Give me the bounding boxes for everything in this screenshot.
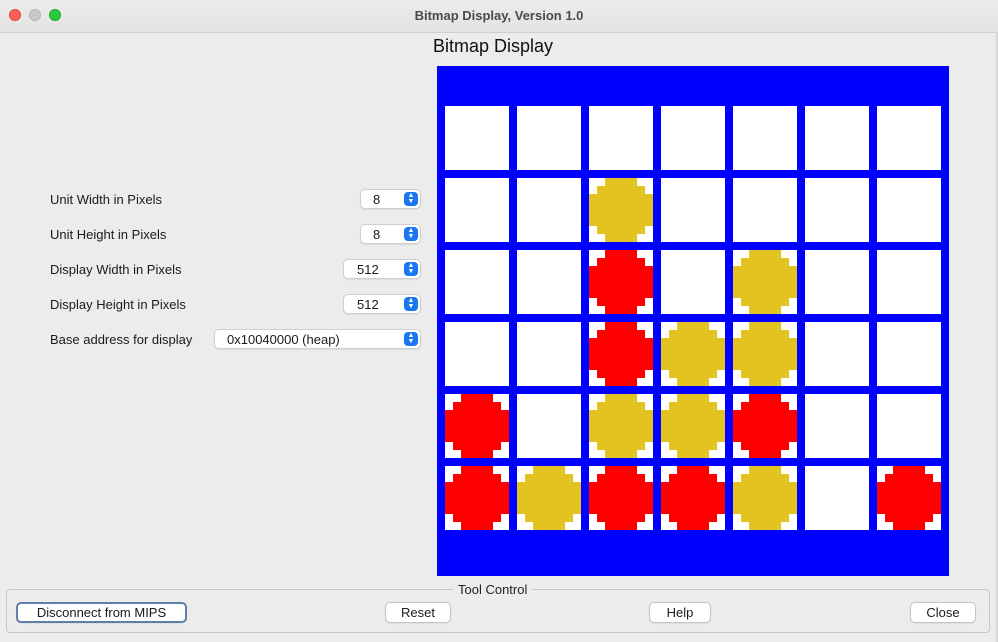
board-cell [517, 322, 581, 386]
board-cell [805, 394, 869, 458]
red-disc [589, 322, 653, 386]
yellow-disc [589, 394, 653, 458]
board-cell [517, 106, 581, 170]
board-cell [733, 178, 797, 242]
display-width-value: 512 [357, 262, 379, 277]
yellow-disc [733, 322, 797, 386]
board-cell [805, 322, 869, 386]
unit-width-value: 8 [373, 192, 381, 207]
tool-control-label: Tool Control [453, 582, 533, 597]
board-cell [877, 178, 941, 242]
red-disc [445, 394, 509, 458]
red-disc [877, 466, 941, 530]
board-cell [445, 106, 509, 170]
close-button[interactable]: Close [910, 602, 976, 623]
board-cell [445, 178, 509, 242]
select-arrows-icon: ▲ ▼ [404, 297, 418, 311]
board-cell [661, 250, 725, 314]
window-title: Bitmap Display, Version 1.0 [414, 8, 584, 23]
base-address-value: 0x10040000 (heap) [227, 332, 340, 347]
red-disc [445, 466, 509, 530]
red-disc [589, 466, 653, 530]
yellow-disc [661, 322, 725, 386]
red-disc [733, 394, 797, 458]
yellow-disc [661, 394, 725, 458]
disconnect-button[interactable]: Disconnect from MIPS [16, 602, 187, 623]
board-cell [877, 250, 941, 314]
board-cell [661, 178, 725, 242]
unit-height-value: 8 [373, 227, 381, 242]
red-disc [589, 250, 653, 314]
select-arrows-icon: ▲ ▼ [404, 227, 418, 241]
board-cell [805, 178, 869, 242]
connect-four-board [445, 106, 941, 530]
board-cell [445, 322, 509, 386]
red-disc [661, 466, 725, 530]
board-cell [517, 250, 581, 314]
board-cell [445, 250, 509, 314]
board-cell [733, 106, 797, 170]
yellow-disc [733, 250, 797, 314]
select-arrows-icon: ▲ ▼ [404, 332, 418, 346]
display-height-label: Display Height in Pixels [50, 297, 186, 312]
display-height-select[interactable]: 512 ▲ ▼ [343, 294, 421, 314]
board-cell [805, 250, 869, 314]
unit-height-select[interactable]: 8 ▲ ▼ [360, 224, 421, 244]
board-cell [661, 106, 725, 170]
bitmap-display-canvas [437, 66, 949, 576]
yellow-disc [733, 466, 797, 530]
display-width-label: Display Width in Pixels [50, 262, 182, 277]
board-cell [805, 466, 869, 530]
board-cell [517, 178, 581, 242]
board-cell [877, 322, 941, 386]
select-arrows-icon: ▲ ▼ [404, 192, 418, 206]
board-cell [877, 394, 941, 458]
base-address-label: Base address for display [50, 332, 193, 347]
help-button[interactable]: Help [649, 602, 711, 623]
board-cell [589, 106, 653, 170]
display-width-select[interactable]: 512 ▲ ▼ [343, 259, 421, 279]
yellow-disc [589, 178, 653, 242]
unit-width-label: Unit Width in Pixels [50, 192, 162, 207]
display-height-value: 512 [357, 297, 379, 312]
title-bar: Bitmap Display, Version 1.0 [0, 0, 998, 33]
unit-width-select[interactable]: 8 ▲ ▼ [360, 189, 421, 209]
select-arrows-icon: ▲ ▼ [404, 262, 418, 276]
yellow-disc [517, 466, 581, 530]
board-cell [517, 394, 581, 458]
base-address-select[interactable]: 0x10040000 (heap) ▲ ▼ [214, 329, 421, 349]
board-cell [877, 106, 941, 170]
unit-height-label: Unit Height in Pixels [50, 227, 167, 242]
display-title: Bitmap Display [433, 36, 554, 56]
board-cell [805, 106, 869, 170]
reset-button[interactable]: Reset [385, 602, 451, 623]
